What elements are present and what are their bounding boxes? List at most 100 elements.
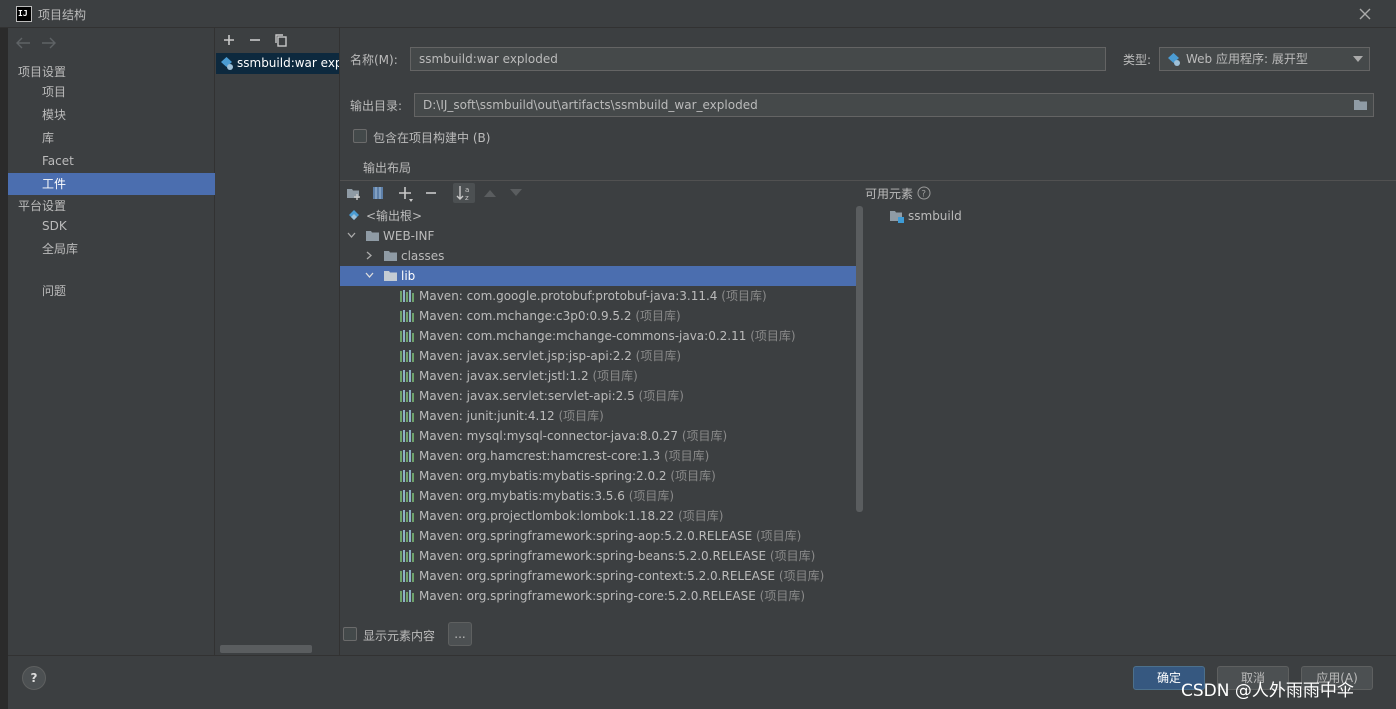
include-in-build-label: 包含在项目构建中 (B) — [373, 131, 491, 145]
chevron-down-icon[interactable] — [365, 272, 374, 278]
include-in-build-checkbox[interactable] — [353, 129, 367, 143]
sort-elements-icon[interactable]: az — [453, 183, 475, 203]
nav-item-problems[interactable]: 问题 — [8, 280, 215, 302]
nav-item-sdk[interactable]: SDK — [8, 215, 215, 237]
project-settings-title: 项目设置 — [18, 65, 67, 79]
artifact-list-item[interactable]: ssmbuild:war exploded — [216, 53, 339, 74]
library-icon — [400, 410, 415, 422]
tree-library-row[interactable]: Maven: org.hamcrest:hamcrest-core:1.3 (项… — [340, 446, 863, 466]
tree-node-classes[interactable]: classes — [340, 246, 863, 266]
library-icon — [400, 470, 415, 482]
library-tag: (项目库) — [769, 549, 816, 563]
nav-item-libraries[interactable]: 库 — [8, 127, 215, 149]
remove-element-icon[interactable] — [424, 186, 438, 200]
library-tag: (项目库) — [558, 409, 604, 423]
artifacts-scrollbar[interactable] — [220, 645, 312, 653]
chevron-down-icon[interactable] — [347, 232, 356, 238]
tree-label-web-inf: WEB-INF — [383, 229, 435, 243]
create-directory-icon[interactable] — [346, 186, 362, 200]
tab-output-layout[interactable]: 输出布局 — [363, 159, 411, 176]
type-label: 类型: — [1123, 53, 1152, 67]
nav-item-artifacts[interactable]: 工件 — [8, 173, 215, 195]
library-icon — [400, 510, 415, 522]
tree-node-web-inf[interactable]: WEB-INF — [340, 226, 863, 246]
library-tag: (项目库) — [663, 449, 710, 463]
library-icon — [400, 290, 415, 302]
background-ide-edge — [0, 28, 8, 709]
tree-library-row[interactable]: Maven: javax.servlet:jstl:1.2 (项目库) — [340, 366, 863, 386]
tree-root-label: <输出根> — [366, 209, 423, 223]
browse-folder-icon[interactable] — [1353, 98, 1368, 111]
move-down-icon[interactable] — [510, 189, 522, 197]
library-tag: (项目库) — [721, 289, 767, 303]
available-element-name: ssmbuild — [908, 209, 962, 223]
library-tag: (项目库) — [778, 569, 825, 583]
chevron-right-icon[interactable] — [366, 251, 372, 260]
output-layout-tree[interactable]: <输出根> WEB-INF classes lib Maven: com.goo… — [340, 206, 863, 613]
remove-artifact-icon[interactable] — [248, 33, 262, 47]
tree-library-row[interactable]: Maven: org.springframework:spring-contex… — [340, 566, 863, 586]
add-element-icon[interactable] — [398, 186, 414, 202]
move-up-icon[interactable] — [484, 189, 496, 197]
nav-item-facets[interactable]: Facet — [8, 150, 215, 172]
library-tag: (项目库) — [678, 509, 724, 523]
tree-library-row[interactable]: Maven: mysql:mysql-connector-java:8.0.27… — [340, 426, 863, 446]
add-artifact-icon[interactable] — [222, 33, 236, 47]
add-archive-icon[interactable] — [372, 186, 384, 200]
show-content-checkbox[interactable] — [343, 627, 357, 641]
title-bar — [0, 0, 1396, 28]
library-tag: (项目库) — [638, 389, 684, 403]
library-name: Maven: org.projectlombok:lombok:1.18.22 — [419, 509, 675, 523]
tree-library-row[interactable]: Maven: junit:junit:4.12 (项目库) — [340, 406, 863, 426]
tree-library-row[interactable]: Maven: org.springframework:spring-aop:5.… — [340, 526, 863, 546]
tree-library-row[interactable]: Maven: org.mybatis:mybatis-spring:2.0.2 … — [340, 466, 863, 486]
library-icon — [400, 350, 415, 362]
tree-label-classes: classes — [401, 249, 445, 263]
type-dropdown[interactable]: Web 应用程序: 展开型 — [1159, 47, 1370, 71]
nav-item-modules[interactable]: 模块 — [8, 104, 215, 126]
layout-tree-scrollbar[interactable] — [856, 206, 863, 512]
tree-library-row[interactable]: Maven: com.mchange:mchange-commons-java:… — [340, 326, 863, 346]
forward-arrow-icon[interactable] — [40, 36, 58, 50]
output-dir-input[interactable]: D:\IJ_soft\ssmbuild\out\artifacts\ssmbui… — [414, 93, 1374, 117]
library-name: Maven: org.hamcrest:hamcrest-core:1.3 — [419, 449, 661, 463]
back-arrow-icon[interactable] — [14, 36, 32, 50]
ellipsis-button[interactable]: ... — [448, 622, 472, 646]
library-name: Maven: org.springframework:spring-aop:5.… — [419, 529, 753, 543]
svg-text:a: a — [465, 186, 469, 194]
tree-library-row[interactable]: Maven: com.google.protobuf:protobuf-java… — [340, 286, 863, 306]
tree-library-row[interactable]: Maven: org.mybatis:mybatis:3.5.6 (项目库) — [340, 486, 863, 506]
name-input[interactable]: ssmbuild:war exploded — [410, 47, 1106, 71]
close-icon[interactable] — [1356, 5, 1374, 23]
svg-text:?: ? — [921, 190, 926, 200]
tree-library-row[interactable]: Maven: javax.servlet:servlet-api:2.5 (项目… — [340, 386, 863, 406]
library-name: Maven: org.springframework:spring-beans:… — [419, 549, 767, 563]
nav-item-project[interactable]: 项目 — [8, 81, 215, 103]
tree-node-lib[interactable]: lib — [340, 266, 863, 286]
tree-library-row[interactable]: Maven: org.projectlombok:lombok:1.18.22 … — [340, 506, 863, 526]
tree-library-row[interactable]: Maven: org.springframework:spring-core:5… — [340, 586, 863, 606]
platform-settings-title: 平台设置 — [18, 199, 67, 213]
copy-artifact-icon[interactable] — [274, 33, 288, 47]
tree-root-node[interactable]: <输出根> — [340, 206, 863, 226]
csdn-watermark: CSDN @人外雨雨中伞 — [1181, 681, 1354, 701]
library-icon — [400, 530, 415, 542]
help-button[interactable]: ? — [22, 666, 46, 690]
library-icon — [400, 590, 415, 602]
tree-library-row[interactable]: Maven: com.mchange:c3p0:0.9.5.2 (项目库) — [340, 306, 863, 326]
svg-text:z: z — [465, 194, 469, 202]
artifacts-list-panel — [216, 28, 340, 655]
web-artifact-icon — [1166, 52, 1181, 67]
library-icon — [400, 310, 415, 322]
chevron-down-icon — [1353, 56, 1363, 62]
tree-library-row[interactable]: Maven: javax.servlet.jsp:jsp-api:2.2 (项目… — [340, 346, 863, 366]
artifact-name: ssmbuild:war exploded — [237, 56, 339, 70]
help-icon[interactable]: ? — [917, 186, 931, 200]
folder-icon — [383, 249, 398, 262]
library-icon — [400, 450, 415, 462]
library-tag: (项目库) — [759, 589, 806, 603]
tree-library-row[interactable]: Maven: org.springframework:spring-beans:… — [340, 546, 863, 566]
output-dir-label: 输出目录: — [350, 99, 403, 113]
nav-item-global-libraries[interactable]: 全局库 — [8, 238, 215, 260]
library-icon — [400, 490, 415, 502]
